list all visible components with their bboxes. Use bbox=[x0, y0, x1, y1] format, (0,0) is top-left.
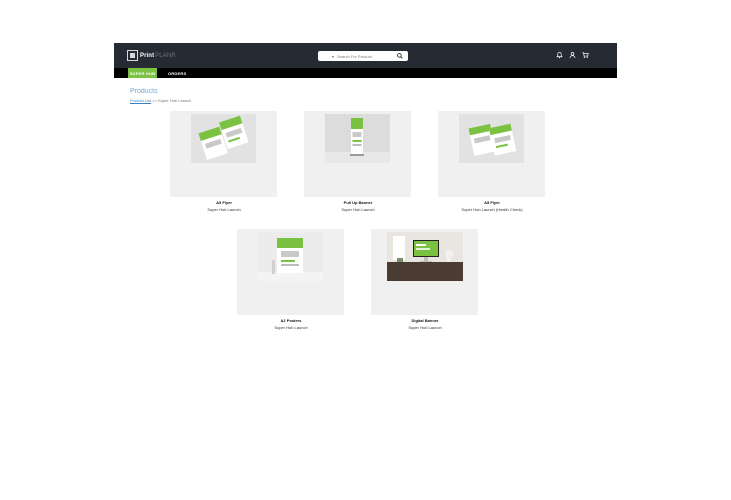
page-title: Products bbox=[130, 88, 158, 95]
product-card[interactable]: Digital Banner Super Hub Launch bbox=[371, 229, 478, 330]
logo-text: Print bbox=[140, 52, 155, 59]
product-card[interactable]: Pull Up Banner Super Hub Launch bbox=[304, 111, 411, 212]
product-card[interactable]: A2 Posters Super Hub Launch bbox=[237, 229, 344, 330]
app-shell: Print PLANR ▾ Search For Product SUPER H… bbox=[114, 43, 617, 78]
nav-bar: SUPER HUB ORDERS bbox=[114, 68, 617, 78]
product-card[interactable]: A5 Flyer Super Hub Launch bbox=[170, 111, 277, 212]
bell-icon[interactable] bbox=[556, 51, 563, 59]
user-icon[interactable] bbox=[569, 51, 576, 59]
product-name[interactable]: A5 Flyer bbox=[154, 200, 294, 205]
tab-super-hub[interactable]: SUPER HUB bbox=[128, 68, 157, 78]
product-subtitle: Super Hub Launch bbox=[408, 325, 442, 330]
flyer-mockup-icon bbox=[459, 114, 524, 163]
breadcrumb-current: Super Hub Launch bbox=[158, 98, 192, 103]
product-name[interactable]: Digital Banner bbox=[355, 318, 495, 323]
banner-mockup-icon bbox=[325, 114, 390, 163]
logo-mark-icon bbox=[127, 50, 138, 61]
product-subtitle: Super Hub Launch bbox=[341, 207, 375, 212]
flyer-mockup-icon bbox=[191, 114, 256, 163]
logo-text-secondary: PLANR bbox=[155, 52, 176, 59]
search-box: ▾ bbox=[318, 51, 408, 61]
monitor-mockup-icon bbox=[387, 232, 463, 281]
poster-mockup-icon bbox=[258, 232, 323, 281]
search-caret-icon[interactable]: ▾ bbox=[332, 54, 334, 59]
breadcrumb-separator: >> bbox=[151, 98, 159, 103]
search-icon[interactable] bbox=[397, 53, 403, 59]
header-actions bbox=[556, 51, 589, 59]
tab-orders[interactable]: ORDERS bbox=[162, 68, 192, 78]
product-image-a5-flyer[interactable] bbox=[191, 114, 256, 163]
product-card[interactable]: A5 Flyer Super Hub Launch (Health Check) bbox=[438, 111, 545, 212]
product-image-digital-banner[interactable] bbox=[387, 232, 463, 281]
product-name[interactable]: Pull Up Banner bbox=[288, 200, 428, 205]
logo[interactable]: Print PLANR bbox=[127, 50, 176, 61]
breadcrumb-link-product-list[interactable]: Product List bbox=[130, 98, 151, 103]
search-input[interactable] bbox=[337, 53, 394, 59]
product-subtitle: Super Hub Launch bbox=[207, 207, 241, 212]
product-subtitle: Super Hub Launch (Health Check) bbox=[461, 207, 523, 212]
top-bar: Print PLANR ▾ bbox=[114, 43, 617, 68]
product-image-a5-flyer-health-check[interactable] bbox=[459, 114, 524, 163]
cart-icon[interactable] bbox=[582, 51, 589, 59]
product-image-a2-posters[interactable] bbox=[258, 232, 323, 281]
product-name[interactable]: A5 Flyer bbox=[422, 200, 562, 205]
product-name[interactable]: A2 Posters bbox=[221, 318, 361, 323]
breadcrumb: Product List >> Super Hub Launch bbox=[130, 98, 191, 103]
product-subtitle: Super Hub Launch bbox=[274, 325, 308, 330]
product-image-pull-up-banner[interactable] bbox=[325, 114, 390, 163]
